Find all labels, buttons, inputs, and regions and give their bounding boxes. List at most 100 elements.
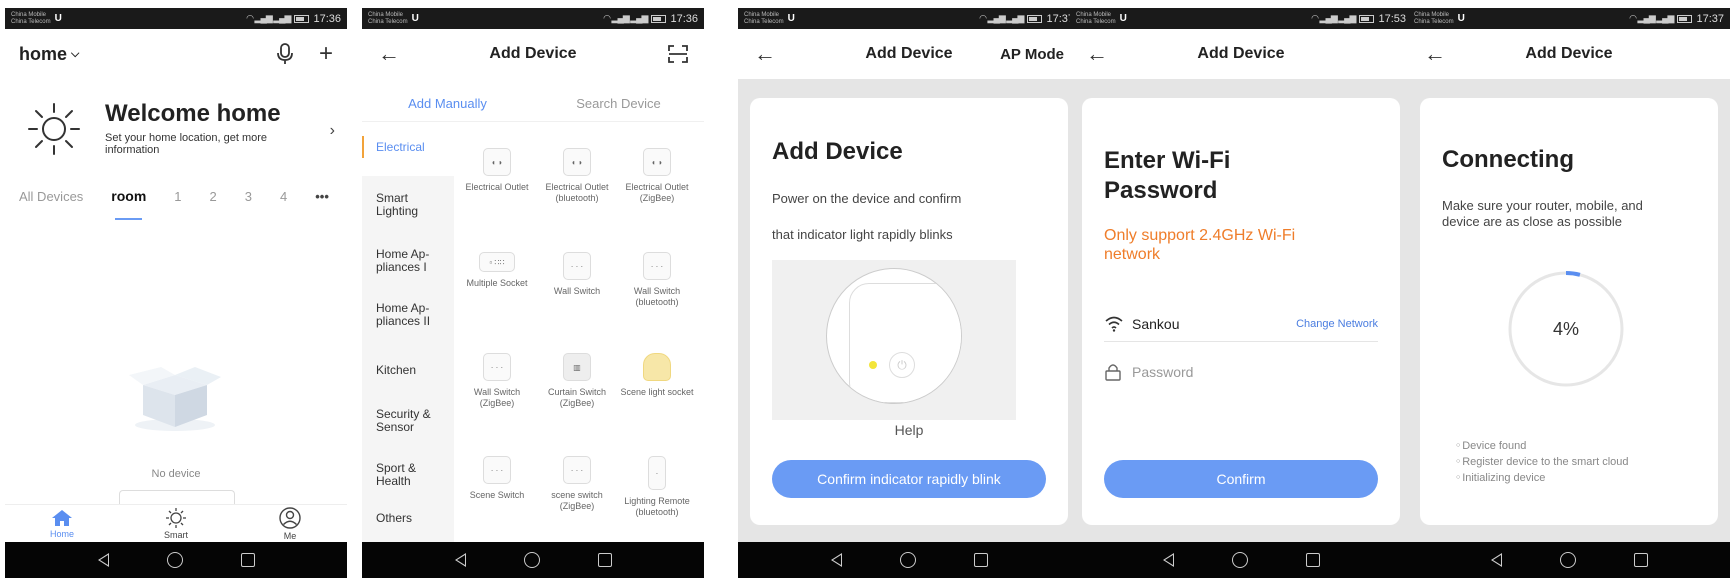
device-item[interactable]: · · · Scene Switch	[458, 456, 536, 501]
wifi-warning: Only support 2.4GHz Wi-Fi network	[1104, 227, 1296, 263]
nav-home-icon[interactable]	[1231, 552, 1248, 568]
tab-all-devices[interactable]: All Devices	[19, 189, 83, 204]
category-security-sensor[interactable]: Security & Sensor	[376, 408, 446, 434]
microphone-icon[interactable]	[277, 43, 293, 65]
nav-recent-icon[interactable]	[1633, 553, 1648, 567]
welcome-banner[interactable]: Welcome home Set your home location, get…	[19, 96, 335, 156]
category-kitchen[interactable]: Kitchen	[376, 364, 446, 377]
confirm-button[interactable]: Confirm	[1104, 460, 1378, 498]
carrier-logo-icon: U	[1119, 13, 1127, 24]
instruction-card: Add Device Power on the device and confi…	[750, 98, 1068, 525]
nav-home-icon[interactable]	[523, 552, 540, 568]
nav-home-icon[interactable]	[166, 552, 183, 568]
home-selector[interactable]: home ⌵	[19, 44, 79, 65]
signal-icon: ◠ ▂▄▆ ▂▄▆	[603, 13, 648, 23]
device-item[interactable]: ▫ ∷∷ Multiple Socket	[458, 252, 536, 289]
carrier-2: China Telecom	[744, 18, 784, 25]
tab-1[interactable]: 1	[174, 189, 181, 204]
tab-search-device[interactable]: Search Device	[533, 88, 704, 121]
bottom-tab-home[interactable]: Home	[32, 509, 92, 539]
device-item[interactable]: · · · Wall Switch (ZigBee)	[458, 353, 536, 409]
signal-icon: ◠ ▂▄▆ ▂▄▆	[246, 13, 291, 23]
tab-add-manually[interactable]: Add Manually	[362, 88, 533, 121]
password-input[interactable]: Password	[1132, 364, 1193, 380]
indicator-light-icon	[869, 361, 877, 369]
device-name: Scene Switch	[469, 490, 525, 500]
device-name: Wall Switch (ZigBee)	[473, 387, 521, 408]
nav-back-icon[interactable]	[454, 553, 466, 567]
device-item[interactable]: ◖ ◗ Electrical Outlet	[458, 148, 536, 193]
ap-mode-button[interactable]: AP Mode	[1000, 46, 1064, 63]
nav-back-icon[interactable]	[97, 553, 109, 567]
nav-recent-icon[interactable]	[973, 553, 988, 567]
carrier-1: China Mobile	[1076, 11, 1112, 18]
nav-home-icon[interactable]	[899, 552, 916, 568]
back-arrow-icon[interactable]: ←	[1086, 41, 1108, 67]
device-name: Electrical Outlet	[465, 182, 529, 192]
tab-2[interactable]: 2	[210, 189, 217, 204]
bottom-tab-me[interactable]: Me	[260, 506, 320, 541]
device-item[interactable]: · Lighting Remote (bluetooth)	[618, 456, 696, 518]
back-arrow-icon[interactable]: ←	[1424, 41, 1446, 67]
scan-icon[interactable]	[668, 45, 688, 63]
remote-icon: ·	[648, 456, 666, 490]
outlet-icon: ◖ ◗	[483, 148, 511, 176]
category-smart-lighting[interactable]: Smart Lighting	[376, 192, 446, 218]
confirm-blink-button[interactable]: Confirm indicator rapidly blink	[772, 460, 1046, 498]
nav-back-icon[interactable]	[1490, 553, 1502, 567]
carrier-2: China Telecom	[11, 18, 51, 25]
wall-switch-icon: · · ·	[643, 252, 671, 280]
password-row[interactable]: Password	[1104, 354, 1378, 390]
category-sport-health[interactable]: Sport & Health	[376, 462, 446, 488]
device-item[interactable]: · · · scene switch (ZigBee)	[538, 456, 616, 512]
status-bar: China Mobile China Telecom U ◠ ▂▄▆ ▂▄▆ 17:5…	[1070, 8, 1412, 29]
device-item[interactable]: · · · Wall Switch (bluetooth)	[618, 252, 696, 308]
category-home-appliances-2[interactable]: Home Ap-pliances II	[376, 302, 446, 328]
signal-icon: ◠ ▂▄▆ ▂▄▆	[1629, 13, 1674, 23]
back-arrow-icon[interactable]: ←	[754, 41, 776, 67]
nav-home-icon[interactable]	[1559, 552, 1576, 568]
wifi-card: Enter Wi-Fi Password Only support 2.4GHz…	[1082, 98, 1400, 525]
nav-recent-icon[interactable]	[597, 553, 612, 567]
device-item[interactable]: ▥ Curtain Switch (ZigBee)	[538, 353, 616, 409]
tab-3[interactable]: 3	[245, 189, 252, 204]
category-sidebar: Electrical Smart Lighting Home Ap-plianc…	[362, 122, 454, 542]
category-electrical[interactable]: Electrical	[376, 141, 446, 154]
scene-switch-icon: · · ·	[563, 456, 591, 484]
nav-back-icon[interactable]	[830, 553, 842, 567]
device-item[interactable]: ◖ ◗ Electrical Outlet (bluetooth)	[538, 148, 616, 204]
change-network-link[interactable]: Change Network	[1296, 318, 1378, 330]
user-icon	[279, 506, 301, 529]
device-item[interactable]: · · · Wall Switch	[538, 252, 616, 297]
header: ← Add Device	[1070, 29, 1412, 79]
card-title: Connecting	[1442, 146, 1574, 173]
step-item: Initializing device	[1456, 470, 1629, 486]
welcome-title: Welcome home	[105, 100, 281, 127]
more-icon[interactable]: •••	[315, 189, 329, 204]
room-tabs: All Devices room 1 2 3 4 •••	[19, 188, 329, 220]
nav-recent-icon[interactable]	[1305, 553, 1320, 567]
bottom-tab-smart[interactable]: Smart	[146, 507, 206, 540]
nav-recent-icon[interactable]	[240, 553, 255, 567]
page-title: Add Device	[1525, 45, 1613, 62]
clock: 17:36	[313, 12, 341, 25]
device-name: Scene light socket	[620, 387, 694, 397]
device-item[interactable]: ◖ ◗ Electrical Outlet (ZigBee)	[618, 148, 696, 204]
help-link[interactable]: Help	[750, 422, 1068, 438]
tab-4[interactable]: 4	[280, 189, 287, 204]
device-item[interactable]: Scene light socket	[618, 353, 696, 398]
carrier-1: China Mobile	[368, 11, 404, 18]
add-icon[interactable]: +	[319, 40, 333, 68]
plug-body	[849, 283, 961, 403]
subtabs: Add Manually Search Device	[362, 88, 704, 122]
category-home-appliances-1[interactable]: Home Ap-pliances I	[376, 248, 446, 274]
battery-icon	[1677, 14, 1693, 23]
category-others[interactable]: Others	[376, 512, 446, 525]
nav-back-icon[interactable]	[1162, 553, 1174, 567]
add-device-button[interactable]	[119, 490, 235, 504]
carrier-2: China Telecom	[1076, 18, 1116, 25]
device-name: Electrical Outlet (bluetooth)	[545, 182, 609, 203]
tab-room[interactable]: room	[111, 188, 146, 220]
outlet-icon: ◖ ◗	[563, 148, 591, 176]
back-arrow-icon[interactable]: ←	[378, 41, 400, 67]
